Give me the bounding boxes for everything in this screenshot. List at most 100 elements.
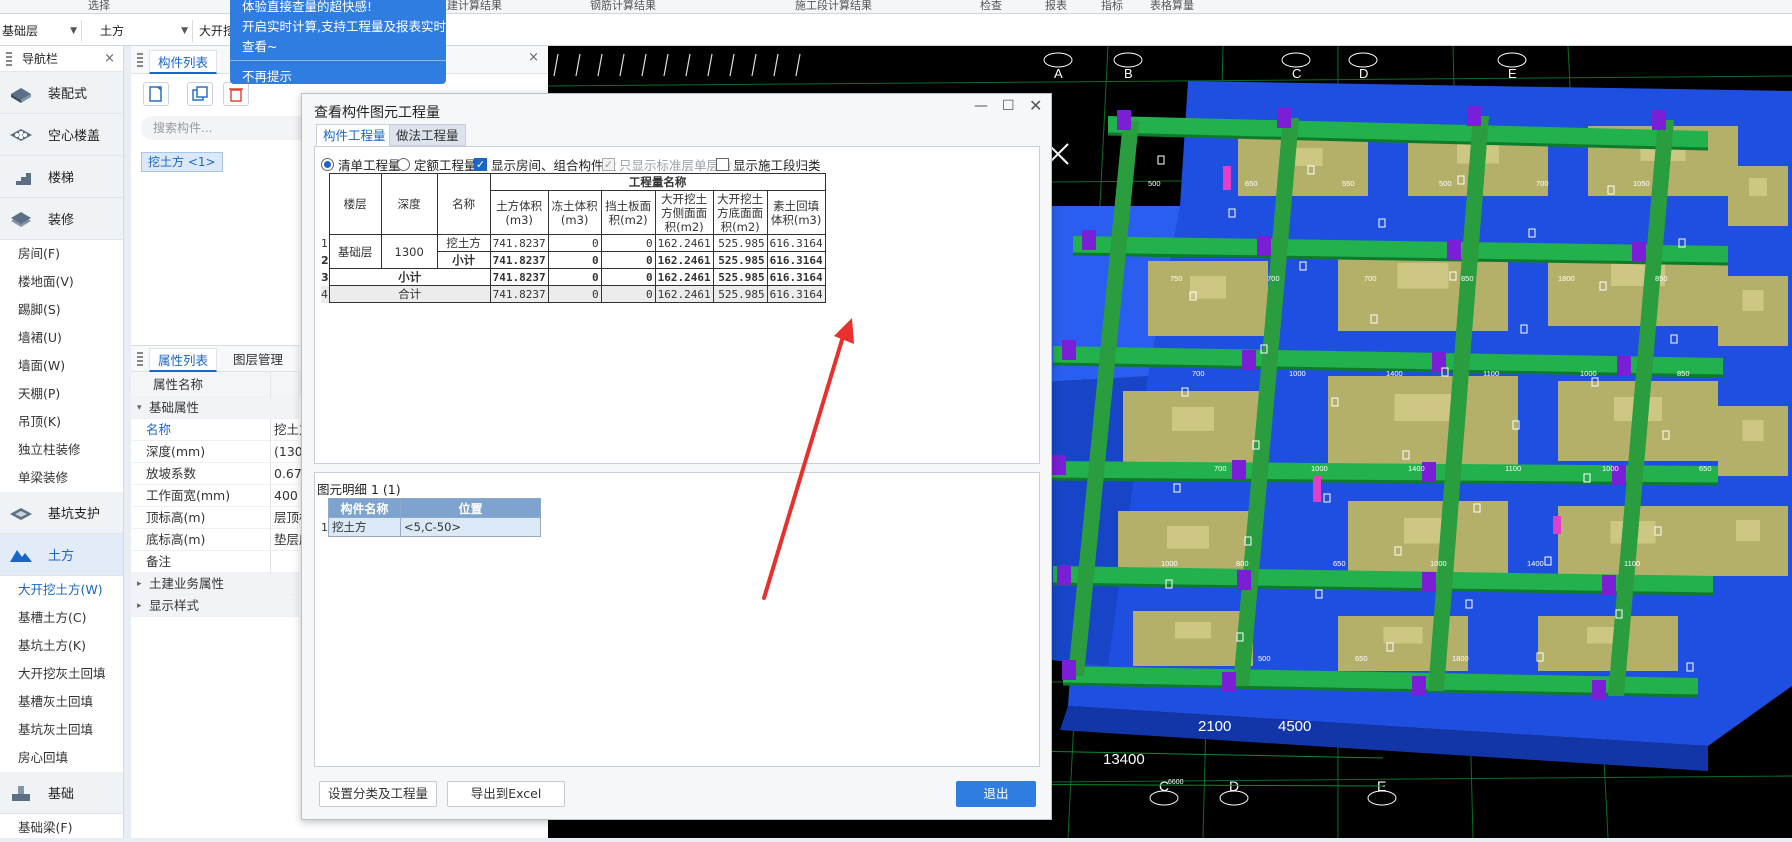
checkbox-checked-icon: ✓: [474, 158, 487, 171]
cell-value: 616.3164: [766, 268, 826, 286]
plan-dimension-label: 650: [1699, 464, 1712, 473]
nav-item-16[interactable]: 基槽土方(C): [0, 604, 123, 632]
column: [1652, 110, 1666, 130]
cell-floor: 基础层: [328, 234, 382, 269]
category-selector[interactable]: 土方 ▼: [98, 20, 193, 42]
property-row-7: 备注: [131, 551, 299, 573]
nav-item-12[interactable]: 单梁装修: [0, 464, 123, 492]
col-board-area: 挡土板面积(m2): [600, 190, 656, 235]
nav-item-10[interactable]: 吊顶(K): [0, 408, 123, 436]
new-component-button[interactable]: [143, 82, 169, 106]
nav-category-2[interactable]: 楼梯: [0, 156, 123, 198]
delete-component-button[interactable]: [223, 82, 249, 106]
close-icon[interactable]: ×: [104, 46, 115, 72]
option-show-room[interactable]: ✓ 显示房间、组合构件量: [474, 155, 616, 174]
drag-handle-icon[interactable]: [137, 53, 143, 67]
plan-dimension-label: 700: [1214, 464, 1227, 473]
detail-row[interactable]: 1 挖土方 <5,C-50>: [321, 517, 541, 537]
option-standard-floor[interactable]: ✓ 只显示标准层单层量: [602, 155, 732, 174]
axis-letter-bottom: D: [1229, 778, 1239, 794]
nav-item-17[interactable]: 基坑土方(K): [0, 632, 123, 660]
exit-button[interactable]: 退出: [956, 781, 1036, 807]
text-hatch: [795, 53, 801, 77]
property-tabs: 属性列表 图层管理: [131, 346, 299, 372]
floor-selector[interactable]: 基础层 ▼: [0, 20, 82, 42]
nav-item-9[interactable]: 天棚(P): [0, 380, 123, 408]
option-stage-group[interactable]: 显示施工段归类: [716, 155, 821, 174]
cell-depth: 1300: [380, 234, 438, 269]
chevron-down-icon: ▼: [70, 26, 77, 36]
pit-support-icon: [8, 502, 34, 524]
property-group-8[interactable]: ▸ 土建业务属性: [131, 573, 299, 595]
chevron-right-icon: ▸: [137, 601, 142, 611]
close-icon[interactable]: ×: [528, 50, 539, 65]
tab-component-list[interactable]: 构件列表: [149, 50, 218, 74]
drag-handle-icon[interactable]: [137, 352, 143, 366]
menu-report[interactable]: 报表: [1045, 0, 1067, 13]
nav-item-21[interactable]: 房心回填: [0, 744, 123, 772]
drag-handle-icon[interactable]: [6, 52, 12, 66]
stairs-icon: [8, 166, 34, 188]
cell-name: 合计: [328, 285, 491, 303]
copy-component-button[interactable]: [187, 82, 213, 106]
cell-value: 741.8237: [489, 268, 549, 286]
nav-item-19[interactable]: 基槽灰土回填: [0, 688, 123, 716]
property-group-0[interactable]: ▾ 基础属性: [131, 397, 299, 419]
minimize-icon[interactable]: —: [974, 98, 988, 114]
nav-item-5[interactable]: 楼地面(V): [0, 268, 123, 296]
text-hatch: [619, 53, 625, 77]
nav-item-15[interactable]: 大开挖土方(W): [0, 576, 123, 604]
nav-category-3[interactable]: 装修: [0, 198, 123, 240]
set-classification-button[interactable]: 设置分类及工程量: [319, 781, 437, 807]
bay-width-label: 4500: [1278, 718, 1311, 735]
component-item-dig-soil[interactable]: 挖土方 <1>: [141, 152, 223, 172]
nav-category-13[interactable]: 基坑支护: [0, 492, 123, 534]
row-number: 1: [321, 236, 328, 250]
nav-item-11[interactable]: 独立柱装修: [0, 436, 123, 464]
nav-item-20[interactable]: 基坑灰土回填: [0, 716, 123, 744]
quantity-row[interactable]: 4 合计 741.8237 0 0 162.2461 525.985 616.3164: [321, 285, 826, 303]
nav-category-14[interactable]: 土方: [0, 534, 123, 576]
nav-item-7[interactable]: 墙裙(U): [0, 324, 123, 352]
nav-item-8[interactable]: 墙面(W): [0, 352, 123, 380]
maximize-icon[interactable]: ☐: [1002, 98, 1015, 114]
column: [1232, 460, 1246, 480]
plan-dimension-label: 850: [1461, 274, 1474, 283]
close-icon[interactable]: ✕: [1029, 96, 1042, 115]
cell-value: 0: [600, 251, 656, 269]
menu-select[interactable]: 选择: [88, 0, 110, 13]
cell-value: 0: [600, 234, 656, 252]
export-excel-button[interactable]: 导出到Excel: [447, 781, 565, 807]
plan-dimension-label: 700: [1267, 274, 1280, 283]
col-bottom-area: 大开挖土方底面面积(m2): [712, 190, 768, 235]
menu-index[interactable]: 指标: [1101, 0, 1123, 13]
text-hatch: [553, 53, 559, 77]
nav-category-1[interactable]: 空心楼盖: [0, 114, 123, 156]
tab-property-list[interactable]: 属性列表: [149, 348, 218, 372]
property-group-9[interactable]: ▸ 显示样式: [131, 595, 299, 617]
tooltip-dismiss-link[interactable]: 不再提示: [242, 66, 292, 85]
nav-item-4[interactable]: 房间(F): [0, 240, 123, 268]
tab-component-qty[interactable]: 构件工程量: [316, 124, 393, 146]
quantity-row[interactable]: 1 基础层 1300 挖土方 741.8237 0 0 162.2461 525.985 616.…: [321, 234, 826, 269]
option-bill-qty[interactable]: 清单工程量: [321, 155, 401, 174]
col-group-qty-name: 工程量名称: [489, 173, 826, 191]
tab-layer-manage[interactable]: 图层管理: [225, 348, 291, 372]
col-name: 名称: [436, 173, 491, 235]
plan-dimension-label: 1400: [1386, 369, 1403, 378]
option-standard-floor-label: 只显示标准层单层量: [619, 158, 732, 173]
nav-category-22[interactable]: 基础: [0, 772, 123, 814]
menu-check[interactable]: 检查: [980, 0, 1002, 13]
nav-item-6[interactable]: 踢脚(S): [0, 296, 123, 324]
nav-category-0[interactable]: 装配式: [0, 72, 123, 114]
menu-table-qty[interactable]: 表格算量: [1150, 0, 1194, 13]
plan-dimension-label: 850: [1655, 274, 1668, 283]
nav-item-18[interactable]: 大开挖灰土回填: [0, 660, 123, 688]
menu-rebar-result[interactable]: 钢筋计算结果: [590, 0, 656, 13]
quantity-row[interactable]: 3 小计 741.8237 0 0 162.2461 525.985 616.3164: [321, 268, 826, 286]
col-position: 位置: [400, 498, 541, 518]
option-quota-qty[interactable]: 定额工程量: [397, 155, 477, 174]
property-key: 放坡系数: [146, 466, 197, 481]
menu-stage-result[interactable]: 施工段计算结果: [795, 0, 872, 13]
tab-method-qty[interactable]: 做法工程量: [389, 124, 466, 146]
